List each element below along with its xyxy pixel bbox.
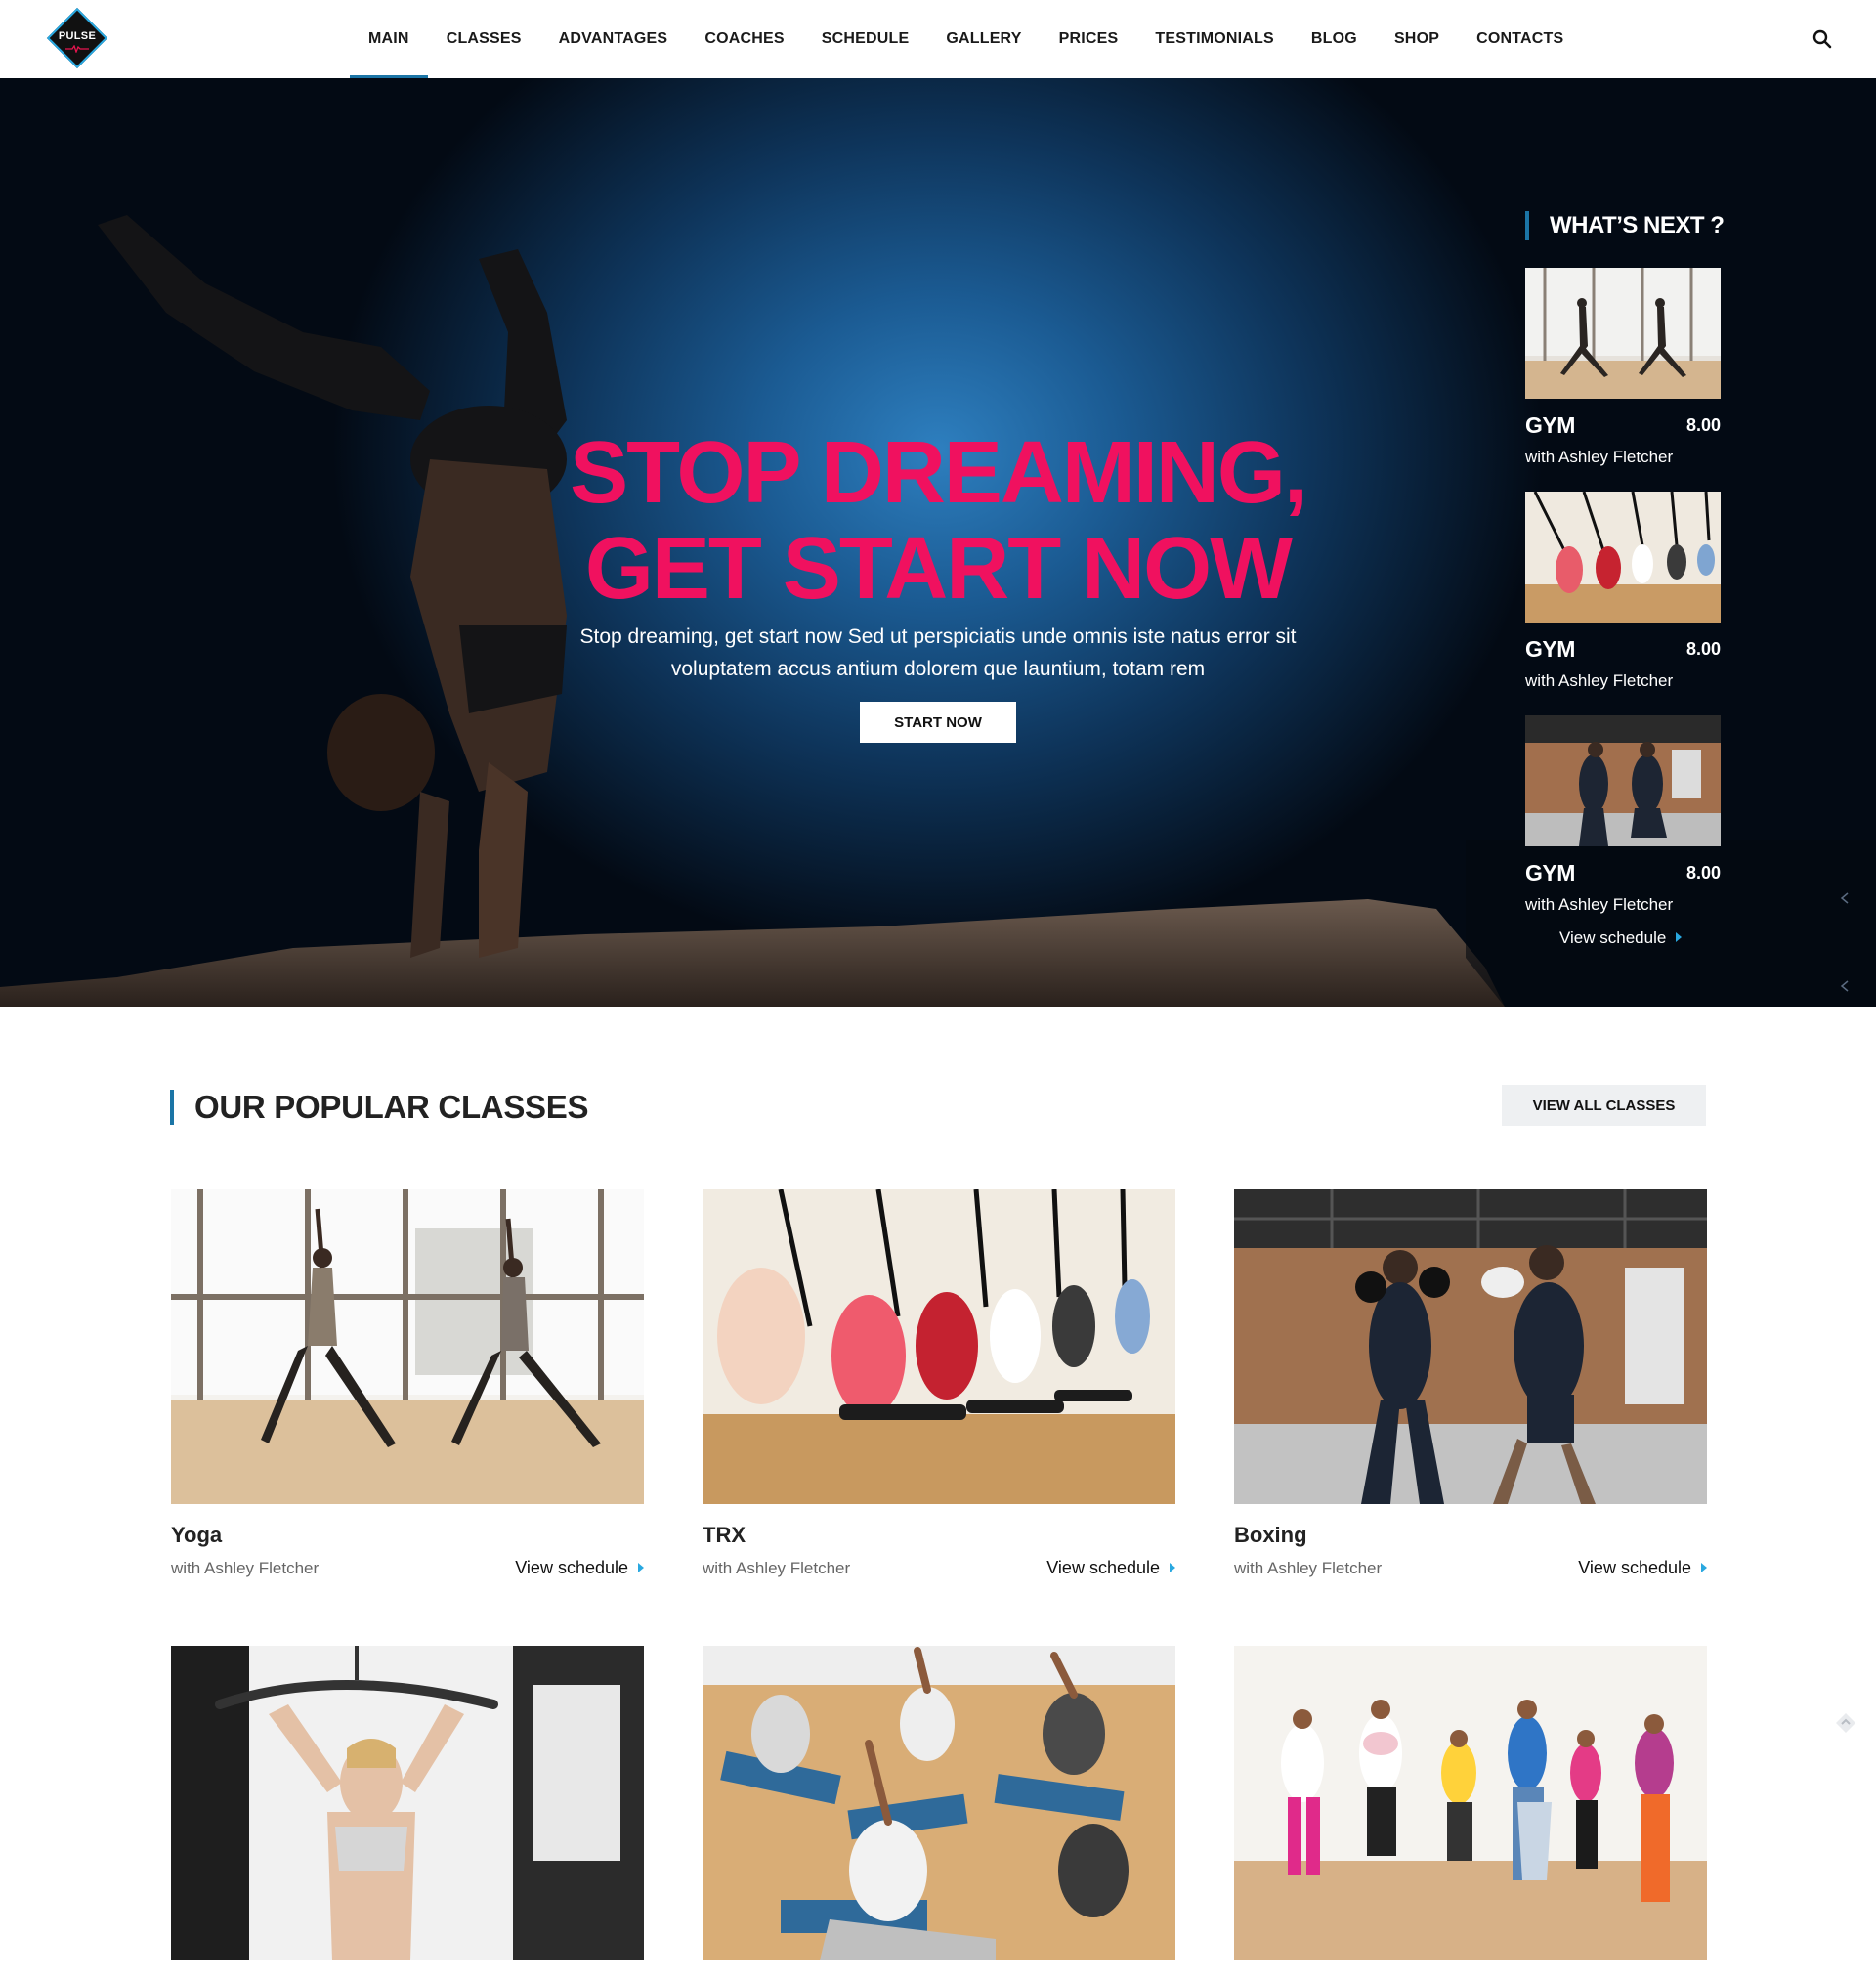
nav-testimonials[interactable]: TESTIMONIALS (1136, 0, 1293, 78)
next-class-card[interactable]: GYM 8.00 with Ashley Fletcher (1525, 492, 1721, 697)
hero-headline-line-1: STOP DREAMING, (570, 424, 1308, 522)
trx-group-image (1525, 492, 1721, 623)
class-image[interactable] (1234, 1646, 1707, 1960)
view-schedule-label: View schedule (1046, 1558, 1160, 1577)
class-image[interactable] (1234, 1189, 1707, 1504)
class-image[interactable] (703, 1189, 1175, 1504)
next-class-thumbnail[interactable] (1525, 268, 1721, 399)
slider-handle-icon[interactable] (1839, 892, 1851, 904)
arrow-right-icon (1170, 1563, 1175, 1572)
nav-schedule[interactable]: SCHEDULE (803, 0, 928, 78)
view-all-classes-button[interactable]: VIEW ALL CLASSES (1502, 1085, 1706, 1126)
class-coach: with Ashley Fletcher (703, 1559, 851, 1577)
class-card-trx[interactable]: TRX with Ashley Fletcher View schedule (703, 1189, 1175, 1580)
whats-next-view-schedule-link[interactable]: View schedule (1559, 928, 1683, 948)
next-class-coach: with Ashley Fletcher (1525, 671, 1674, 690)
next-class-card[interactable]: GYM 8.00 with Ashley Fletcher (1525, 715, 1721, 921)
nav-blog[interactable]: BLOG (1293, 0, 1376, 78)
next-class-thumbnail[interactable] (1525, 492, 1721, 623)
trx-group-image (703, 1189, 1175, 1504)
next-class-name: GYM (1525, 412, 1575, 438)
view-schedule-label: View schedule (515, 1558, 628, 1577)
class-image[interactable] (703, 1646, 1175, 1960)
next-class-thumbnail[interactable] (1525, 715, 1721, 846)
next-class-time: 8.00 (1685, 415, 1721, 435)
hero-headline: STOP DREAMING, GET START NOW (547, 425, 1329, 617)
next-class-time: 8.00 (1685, 639, 1721, 659)
class-card-boxing[interactable]: Boxing with Ashley Fletcher View schedul… (1234, 1189, 1707, 1580)
class-card[interactable] (1234, 1646, 1707, 1960)
class-coach: with Ashley Fletcher (1234, 1559, 1383, 1577)
logo-text: PULSE (58, 30, 97, 42)
heartbeat-icon (65, 45, 89, 53)
next-class-coach: with Ashley Fletcher (1525, 895, 1674, 914)
next-class-name: GYM (1525, 860, 1575, 885)
class-image[interactable] (171, 1189, 644, 1504)
arrow-right-icon (1676, 932, 1683, 942)
arrow-right-icon (1701, 1563, 1707, 1572)
start-now-button[interactable]: START NOW (860, 702, 1016, 743)
slider-handle-icon[interactable] (1839, 980, 1851, 992)
hero-banner: STOP DREAMING, GET START NOW Stop dreami… (0, 78, 1876, 1007)
class-coach: with Ashley Fletcher (171, 1559, 320, 1577)
hero-subtext-line-2: voluptatem accus antium dolorem que laun… (670, 658, 1206, 680)
yoga-studio-image (171, 1189, 644, 1504)
class-card[interactable] (703, 1646, 1175, 1960)
next-class-coach: with Ashley Fletcher (1525, 448, 1674, 466)
next-class-name: GYM (1525, 636, 1575, 662)
class-card-yoga[interactable]: Yoga with Ashley Fletcher View schedule (171, 1189, 644, 1580)
class-name[interactable]: Boxing (1234, 1523, 1307, 1548)
nav-advantages[interactable]: ADVANTAGES (540, 0, 687, 78)
boxing-pads-image (1525, 715, 1721, 846)
lat-pulldown-image (171, 1646, 644, 1960)
pulse-logo[interactable]: PULSE (45, 6, 109, 70)
nav-coaches[interactable]: COACHES (686, 0, 802, 78)
nav-shop[interactable]: SHOP (1376, 0, 1458, 78)
nav-main[interactable]: MAIN (350, 0, 428, 78)
hero-headline-line-2: GET START NOW (584, 520, 1293, 618)
back-to-top-icon[interactable] (1833, 1710, 1858, 1736)
search-icon[interactable] (1812, 28, 1833, 50)
nav-gallery[interactable]: GALLERY (927, 0, 1040, 78)
popular-classes-title: OUR POPULAR CLASSES (170, 1090, 588, 1125)
view-schedule-label: View schedule (1578, 1558, 1691, 1577)
view-schedule-link[interactable]: View schedule (515, 1558, 644, 1578)
arrow-right-icon (638, 1563, 644, 1572)
class-name[interactable]: Yoga (171, 1523, 222, 1548)
class-name[interactable]: TRX (703, 1523, 746, 1548)
site-header: PULSE MAIN CLASSES ADVANTAGES COACHES SC… (0, 0, 1876, 78)
class-image[interactable] (171, 1646, 644, 1960)
hero-subtext-line-1: Stop dreaming, get start now Sed ut pers… (579, 625, 1297, 648)
zumba-dance-image (1234, 1646, 1707, 1960)
stretching-class-image (703, 1646, 1175, 1960)
yoga-studio-image (1525, 268, 1721, 399)
nav-prices[interactable]: PRICES (1041, 0, 1137, 78)
whats-next-title: WHAT’S NEXT ? (1525, 211, 1725, 240)
view-schedule-link[interactable]: View schedule (1578, 1558, 1707, 1578)
page: PULSE MAIN CLASSES ADVANTAGES COACHES SC… (0, 0, 1876, 1981)
nav-contacts[interactable]: CONTACTS (1458, 0, 1582, 78)
main-nav: MAIN CLASSES ADVANTAGES COACHES SCHEDULE… (350, 0, 1582, 78)
next-class-time: 8.00 (1685, 863, 1721, 883)
view-schedule-link[interactable]: View schedule (1046, 1558, 1175, 1578)
next-class-card[interactable]: GYM 8.00 with Ashley Fletcher (1525, 268, 1721, 473)
hero-subtext: Stop dreaming, get start now Sed ut pers… (547, 621, 1329, 685)
view-schedule-label: View schedule (1559, 928, 1667, 947)
boxing-pads-image (1234, 1189, 1707, 1504)
class-card[interactable] (171, 1646, 644, 1960)
nav-classes[interactable]: CLASSES (428, 0, 540, 78)
